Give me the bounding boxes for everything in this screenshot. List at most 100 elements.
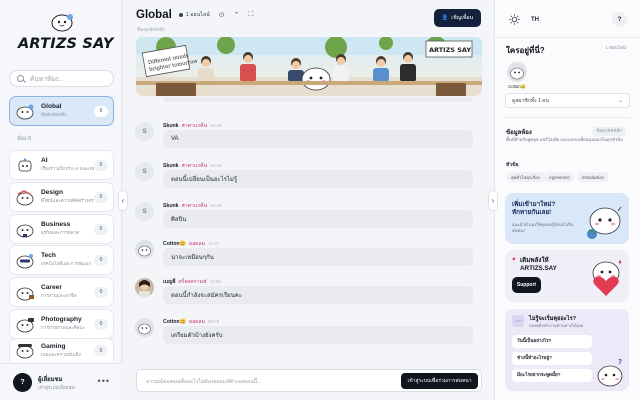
message-bubble: น่าจะเหมือนๆกัน (163, 248, 473, 266)
message-bubble: VA (163, 130, 473, 148)
avatar: S (135, 122, 154, 141)
room-name: Tech (41, 252, 56, 259)
avatar: S (135, 162, 154, 181)
message-role: ศรีสงครามฟ (178, 279, 207, 285)
room-count-badge: 0 (94, 286, 108, 298)
chevron-up-icon[interactable]: ⌃ (234, 11, 240, 19)
avatar (135, 318, 154, 337)
message-time: 21:43 (210, 203, 222, 208)
room-item-gaming[interactable]: Gaming เกมและความบันเทิง 0 (9, 338, 114, 362)
app-logo[interactable]: ARTIZS SAY (14, 12, 113, 62)
search-placeholder: ค้นหาห้อง... (30, 75, 64, 83)
svg-text:?: ? (618, 358, 622, 366)
message-role: ฮาคาแรคิน (181, 123, 208, 129)
page-title: Global (136, 9, 172, 21)
fullscreen-icon[interactable]: ⛶ (248, 11, 253, 19)
room-mascot-icon (16, 104, 34, 119)
room-info-title: ข้อมูลห้อง (506, 130, 532, 136)
notification-icon[interactable]: ⊙ (219, 11, 225, 19)
room-desc: ธุรกิจและการตลาด (41, 230, 80, 235)
room-mascot-icon (16, 344, 34, 359)
profile-photo-icon (135, 278, 154, 297)
starter-question-button[interactable]: ช่วงนี้ทำอะไรอยู่? (512, 352, 592, 365)
logo-wordmark: ARTIZS SAY (18, 36, 114, 52)
welcome-card-title: เพิ่มเข้ามาใหม่? ทักทายกันเลย! (512, 201, 556, 216)
list-item (163, 97, 473, 102)
online-user[interactable]: Cotton😊 (506, 62, 528, 90)
room-count-badge: 0 (94, 345, 108, 356)
welcome-card-subtitle: แนะนำตัวเองให้ทุกคนรู้จักแล้วเริ่มสนทนา (512, 222, 574, 233)
room-name: AI (41, 157, 48, 164)
mascot-heart-icon (592, 260, 622, 296)
login-to-chat-button[interactable]: เข้าสู่ระบบเพื่อร่วมการสนทนา (401, 373, 478, 389)
tag-chip[interactable]: Introduction (577, 172, 609, 182)
room-item-ai[interactable]: AI เรื่องราวเกี่ยวกับ AI และเทคโนโลยี 0 (9, 150, 114, 180)
heart-icon: ♥ (512, 257, 516, 263)
room-search-input[interactable]: ค้นหาห้อง... (9, 70, 114, 87)
room-item-tech[interactable]: Tech เทคโนโลยีและการพัฒนา 0 (9, 245, 114, 275)
online-count: 1 ออนไลน์ (185, 12, 210, 18)
starter-question-button[interactable]: วันนี้เป็นอย่างไร? (512, 335, 592, 348)
avatar (507, 62, 527, 82)
who-online-count: 1 ออนไลน์ (605, 45, 626, 50)
sidebar: ARTIZS SAY ค้นหาห้อง... Global ห้องแชทหลั… (0, 0, 122, 400)
chat-header: Global 1 ออนไลน์ ⊙ ⌃ ⛶ (136, 9, 253, 21)
room-desc: เทคโนโลยีและการพัฒนา (41, 261, 92, 266)
message-role: ผลผลม (189, 319, 206, 325)
message-bubble: ศิลปิน (163, 210, 473, 228)
room-mascot-icon (18, 157, 32, 171)
invite-friends-button[interactable]: 👤 เชิญเพื่อน (434, 9, 481, 27)
more-options-icon[interactable]: ••• (98, 376, 110, 386)
room-name: Global (41, 103, 62, 110)
room-item-career[interactable]: Career การงานและอาชีพ 0 (9, 277, 114, 307)
room-item-design[interactable]: Design ดีไซน์และความคิดสร้างสรรค์ 0 (9, 182, 114, 212)
room-item-photography[interactable]: Photography การถ่ายภาพและศิลปะ 0 (9, 309, 114, 339)
room-desc: การงานและอาชีพ (41, 293, 77, 298)
mascot-avatar-icon (507, 62, 527, 82)
starter-question-button[interactable]: มีอะไรอยากจะพูดมั้ย? (512, 369, 592, 382)
conversation-starter-card: ⋯ ไม่รู้จะเริ่มคุยอะไร? ลองคลิกคำถามด้าน… (505, 309, 629, 391)
tags-label: หัวข้อ (506, 162, 519, 168)
member-filter-select[interactable]: ดูสมาชิกทั้ง 1 คน ⌄ (505, 93, 630, 108)
room-count-badge: 0 (94, 223, 108, 235)
collapse-right-button[interactable]: › (488, 190, 498, 211)
language-switch[interactable]: TH (531, 17, 539, 23)
rooms-section-label: ห้อง 8 (17, 136, 32, 142)
message-input-placeholder: อารมณ์ของคุณคืออะไรไม่ต้องยอมแพ้ตัวเองตอ… (146, 379, 262, 385)
chevron-right-icon: › (491, 196, 495, 205)
message-list[interactable]: S Skunk ฮาคาแรคิน 21:40 VA S Skunk ฮาคาแรคิ… (123, 96, 493, 366)
chevron-down-icon: ⌄ (617, 98, 623, 104)
mascot-question-icon: ? (597, 358, 623, 387)
room-name: Business (41, 221, 71, 228)
help-button[interactable]: ? (612, 12, 627, 27)
current-user-bar[interactable]: ? ผู้เยี่ยมชม เข้าสู่ระบบเพื่อแชท ••• (0, 363, 122, 400)
message-role: ฮาคาแรคิน (181, 163, 208, 169)
message-author: เบญจี (163, 279, 176, 285)
room-desc: การถ่ายภาพและศิลปะ (41, 325, 85, 330)
room-item-business[interactable]: Business ธุรกิจและการตลาด 0 (9, 214, 114, 244)
chat-panel: Global 1 ออนไลน์ ⊙ ⌃ ⛶ ห้องแชทหลัก 👤 เชิญ… (123, 0, 493, 400)
room-count-badge: 0 (94, 159, 108, 171)
support-button[interactable]: Support (512, 277, 541, 293)
room-item-global[interactable]: Global ห้องแชทหลัก 6 (9, 96, 114, 126)
message-time: 23:58 (209, 279, 221, 284)
online-dot-icon (178, 13, 183, 17)
room-mascot-icon (16, 317, 34, 332)
message-time: 21:42 (210, 163, 222, 168)
mascot-wave-icon (587, 206, 622, 239)
starter-title: ไม่รู้จะเริ่มคุยอะไร? (529, 316, 577, 322)
divider (505, 117, 630, 118)
theme-toggle-icon[interactable] (509, 14, 520, 25)
room-desc: เรื่องราวเกี่ยวกับ AI และเทคโนโลยี (41, 166, 94, 171)
tag-chip[interactable]: คุยทั่วไปทุกเรื่อง (506, 172, 545, 182)
welcome-card[interactable]: เพิ่มเข้ามาใหม่? ทักทายกันเลย! แนะนำตัวเ… (505, 193, 629, 244)
add-user-icon: 👤 (441, 15, 449, 21)
message-bubble: ตอนนี้เปลี่ยนเป็นอะไรไม่รู้ (163, 170, 473, 188)
collapse-left-button[interactable]: ‹ (118, 190, 128, 211)
room-mascot-icon (16, 224, 34, 237)
member-filter-value: ดูสมาชิกทั้ง 1 คน (512, 97, 549, 104)
user-name: ผู้เยี่ยมชม (38, 376, 63, 383)
tag-chip[interactable]: Agreement (544, 172, 575, 182)
message-input[interactable]: อารมณ์ของคุณคืออะไรไม่ต้องยอมแพ้ตัวเองตอ… (136, 369, 482, 392)
chevron-left-icon: ‹ (121, 196, 125, 205)
